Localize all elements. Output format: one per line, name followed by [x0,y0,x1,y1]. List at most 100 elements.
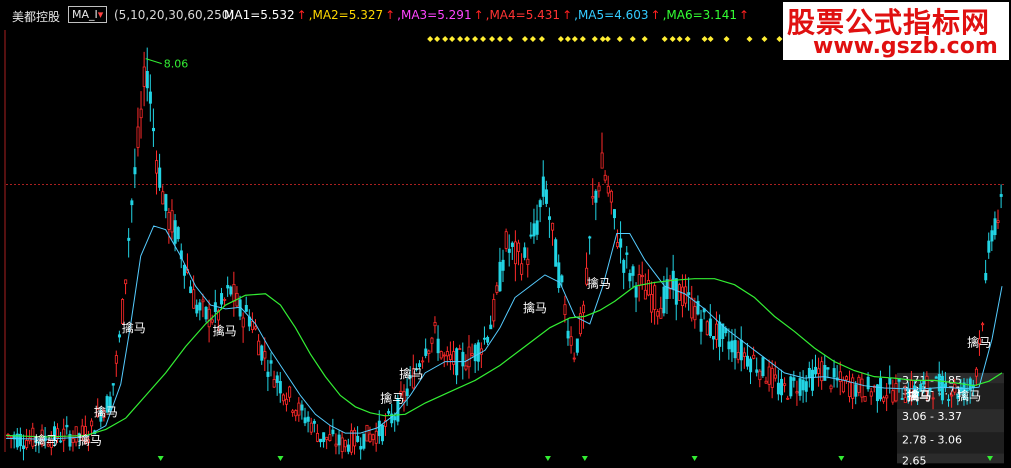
candle-body [365,424,369,442]
candle-body [619,238,623,248]
down-arrow-marker [691,456,698,461]
price-zone-label: 3.06 - 3.37 [902,410,962,423]
candle-body [727,341,731,350]
candle-body [990,230,994,242]
diamond-marker [506,36,513,42]
candle-body [947,399,951,401]
candle-body [405,388,409,396]
candle-body [804,381,808,392]
candle-body [291,410,295,413]
candle-body [631,266,635,276]
candle-body [609,190,613,203]
candle-body [931,397,935,400]
signal-label: 擒马 [78,432,102,447]
diamond-marker [457,36,464,42]
candle-body [269,360,273,364]
ma-value-5: ,MA5=4.603 [574,8,649,22]
candle-body [848,382,852,397]
candle-body [461,351,465,367]
candle-body [551,222,555,231]
candle-body [612,209,616,219]
candle-body [111,383,115,386]
candle-body [640,275,644,278]
candle-body [244,304,248,312]
stock-chart[interactable]: 美都控股 MA_I▾ (5,10,20,30,60,250) MA1=5.532… [0,0,1011,468]
candle-body [492,299,496,322]
candle-body [937,374,941,392]
candle-body [526,258,530,265]
candle-body [424,348,428,356]
candle-body [739,339,743,361]
candle-body [136,126,140,148]
candle-body [59,440,63,443]
candle-body [566,330,570,339]
up-arrow-icon: ↑ [296,8,307,22]
candle-body [659,307,663,319]
candle-body [665,279,669,299]
diamond-marker [669,36,676,42]
candle-body [71,438,75,444]
candle-body [133,167,137,175]
candle-body [681,286,685,307]
diamond-marker [661,36,668,42]
candle-body [285,398,289,405]
candle-body [999,194,1003,197]
signal-label: 擒马 [213,323,237,338]
candle-body [820,361,824,382]
diamond-marker [538,36,545,42]
candle-body [885,395,889,399]
candle-body [142,66,146,87]
candle-body [544,189,548,204]
ma-values: MA1=5.532 ↑ ,MA2=5.327 ↑ ,MA3=5.291 ↑ ,MA4=5.4… [224,8,751,22]
candle-body [504,231,508,249]
candle-body [260,345,264,361]
candle-body [164,194,168,211]
candle-body [882,397,886,402]
candle-body [974,368,978,377]
candle-body [934,376,938,379]
candle-body [473,344,477,362]
up-arrow-icon: ↑ [473,8,484,22]
candle-body [829,385,833,390]
candlestick-plot[interactable]: 3.71 - 3.853.37 - 3.713.06 - 3.372.78 - … [0,0,1011,468]
indicator-selector[interactable]: MA_I▾ [68,6,108,23]
diamond-marker [776,36,783,42]
candle-body [155,160,159,174]
candle-body [866,376,870,390]
candle-body [996,220,1000,223]
signal-label: 擒马 [957,388,981,403]
candle-body [940,375,944,401]
diamond-marker [497,36,504,42]
candle-body [315,433,319,442]
candle-body [826,367,830,370]
candle-body [903,397,907,403]
candle-body [758,370,762,381]
candle-body [442,354,446,357]
signal-label: 擒马 [122,320,146,335]
candle-body [145,71,149,89]
candle-body [288,386,292,398]
diamond-marker [629,36,636,42]
ma-value-6: ,MA6=3.141 [662,8,738,22]
candle-body [254,326,258,330]
candle-body [708,318,712,337]
candle-body [817,368,821,374]
candle-body [628,273,632,282]
diamond-marker [571,36,578,42]
candle-body [439,351,443,359]
diamond-marker [641,36,648,42]
candle-body [495,285,499,293]
candle-body [229,286,233,295]
diamond-marker [591,36,598,42]
candle-body [687,292,691,296]
candle-body [201,299,205,303]
diamond-marker [579,36,586,42]
candle-body [489,324,493,330]
diamond-marker [442,36,449,42]
up-arrow-icon: ↑ [650,8,661,22]
signal-label: 擒马 [587,276,611,291]
candle-body [950,394,954,397]
candle-body [380,424,384,442]
candle-body [337,434,341,446]
up-arrow-icon: ↑ [739,8,750,22]
